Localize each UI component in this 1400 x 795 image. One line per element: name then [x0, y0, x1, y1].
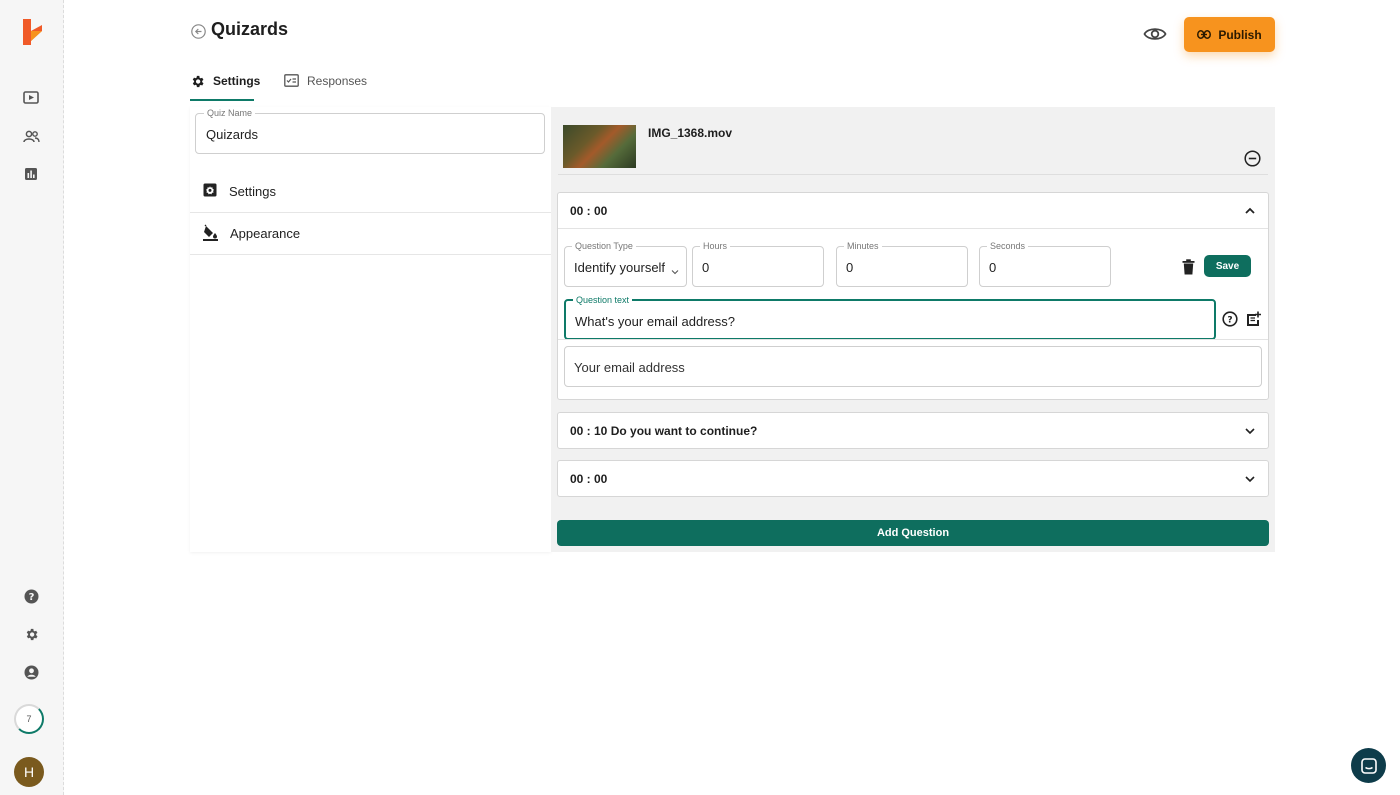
- remove-video-icon[interactable]: [1244, 150, 1261, 167]
- svg-text:?: ?: [28, 592, 34, 603]
- help-circle-icon[interactable]: ?: [1222, 311, 1238, 327]
- divider: [558, 339, 1268, 340]
- settings-panel: Quiz Name Quizards Settings Appearance: [190, 107, 551, 552]
- gear-icon: [190, 74, 205, 92]
- menu-item-settings-label: Settings: [229, 184, 276, 199]
- question-type-select[interactable]: Question Type Identify yourself: [564, 241, 687, 287]
- menu-item-settings[interactable]: Settings: [190, 171, 551, 213]
- delete-question-icon[interactable]: [1182, 259, 1196, 275]
- question-type-value: Identify yourself: [574, 260, 666, 275]
- tab-settings[interactable]: Settings: [190, 74, 260, 101]
- tab-responses[interactable]: Responses: [284, 74, 367, 101]
- tab-responses-label: Responses: [307, 74, 368, 88]
- quiz-name-label: Quiz Name: [204, 108, 256, 118]
- page-title: Quizards: [211, 19, 289, 39]
- chart-icon[interactable]: [22, 165, 40, 183]
- video-thumbnail[interactable]: [563, 125, 636, 168]
- question-type-label: Question Type: [572, 241, 636, 251]
- chevron-down-icon[interactable]: [1244, 473, 1256, 485]
- play-screen-icon[interactable]: [22, 89, 40, 107]
- help-icon[interactable]: ?: [22, 587, 40, 605]
- save-question-button[interactable]: Save: [1204, 255, 1251, 277]
- brand-logo-icon[interactable]: [20, 17, 46, 47]
- minutes-value[interactable]: 0: [846, 260, 853, 275]
- seconds-value[interactable]: 0: [989, 260, 996, 275]
- chevron-down-icon: [671, 263, 679, 275]
- paint-bucket-icon: [203, 224, 218, 244]
- question-item-collapsed[interactable]: 00 : 00: [557, 460, 1269, 497]
- settings-box-icon: [203, 183, 217, 200]
- publish-button[interactable]: Publish: [1184, 17, 1275, 52]
- quiz-name-field[interactable]: Quiz Name Quizards: [195, 108, 545, 154]
- question-text-label: Question text: [573, 295, 633, 305]
- link-icon: [1197, 28, 1212, 42]
- question-header-label: 00 : 10 Do you want to continue?: [570, 424, 758, 438]
- question-header-label: 00 : 00: [570, 472, 608, 486]
- answer-placeholder[interactable]: Your email address: [574, 360, 685, 375]
- add-question-button[interactable]: Add Question: [557, 520, 1269, 546]
- tab-settings-label: Settings: [213, 74, 261, 88]
- question-header-label: 00 : 00: [570, 203, 608, 218]
- settings-icon[interactable]: [22, 625, 40, 643]
- minutes-label: Minutes: [844, 241, 882, 251]
- question-header[interactable]: 00 : 00: [558, 461, 1268, 497]
- responses-icon: [284, 74, 299, 90]
- question-header[interactable]: 00 : 00: [558, 193, 1268, 229]
- progress-indicator[interactable]: 7: [14, 704, 44, 734]
- question-editor: IMG_1368.mov 00 : 00 Question Type Ident…: [551, 107, 1275, 552]
- menu-item-appearance[interactable]: Appearance: [190, 213, 551, 255]
- left-rail: ? 7 H: [0, 0, 64, 795]
- quiz-name-value[interactable]: Quizards: [206, 127, 258, 142]
- question-item-expanded: 00 : 00 Question Type Identify yourself …: [557, 192, 1269, 400]
- chevron-up-icon[interactable]: [1244, 205, 1256, 217]
- question-text-value[interactable]: What's your email address?: [575, 314, 735, 329]
- seconds-label: Seconds: [987, 241, 1029, 251]
- question-header[interactable]: 00 : 10 Do you want to continue?: [558, 413, 1268, 449]
- account-icon[interactable]: [22, 663, 40, 681]
- minutes-field[interactable]: Minutes 0: [836, 241, 968, 287]
- hours-label: Hours: [700, 241, 731, 251]
- preview-eye-icon[interactable]: [1143, 24, 1167, 44]
- chevron-down-icon[interactable]: [1244, 425, 1256, 437]
- back-arrow-icon[interactable]: [191, 24, 206, 39]
- answer-field[interactable]: Your email address: [564, 346, 1262, 387]
- seconds-field[interactable]: Seconds 0: [979, 241, 1111, 287]
- video-filename: IMG_1368.mov: [648, 126, 733, 140]
- question-text-field[interactable]: Question text What's your email address?: [564, 295, 1216, 340]
- question-item-collapsed[interactable]: 00 : 10 Do you want to continue?: [557, 412, 1269, 449]
- menu-item-appearance-label: Appearance: [230, 226, 301, 241]
- svg-text:?: ?: [1227, 316, 1232, 326]
- hours-field[interactable]: Hours 0: [692, 241, 824, 287]
- add-note-icon[interactable]: [1246, 311, 1262, 327]
- chat-launcher-icon[interactable]: [1351, 748, 1386, 783]
- users-icon[interactable]: [22, 127, 40, 145]
- avatar[interactable]: H: [14, 757, 44, 787]
- video-row: IMG_1368.mov: [558, 119, 1268, 175]
- publish-label: Publish: [1218, 27, 1262, 42]
- hours-value[interactable]: 0: [702, 260, 709, 275]
